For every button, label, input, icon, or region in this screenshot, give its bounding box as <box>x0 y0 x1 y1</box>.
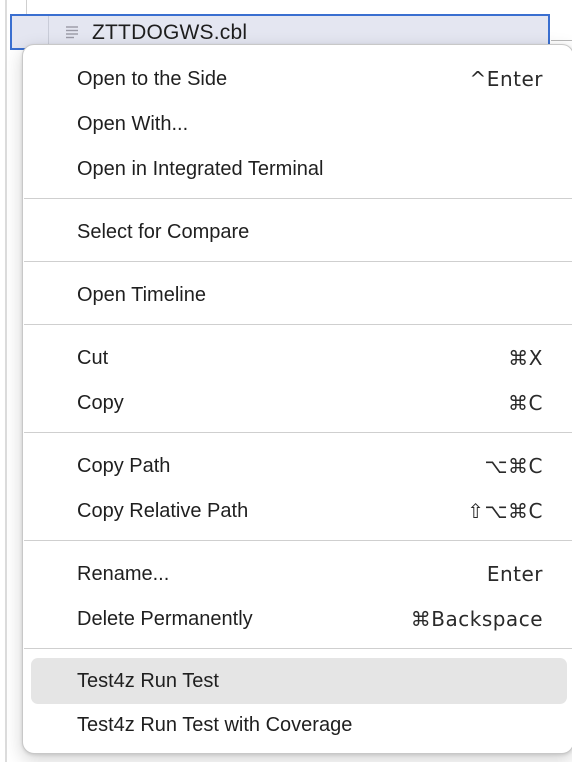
menu-item-label: Cut <box>77 346 109 369</box>
menu-item-shortcut: ⌘C <box>508 391 543 415</box>
menu-item-label: Open in Integrated Terminal <box>77 157 324 180</box>
menu-separator <box>24 198 572 199</box>
menu-separator <box>24 540 572 541</box>
context-menu: Open to the Side ^Enter Open With... Ope… <box>22 44 572 754</box>
menu-item-shortcut: ⇧⌥⌘C <box>467 499 543 523</box>
menu-item-cut[interactable]: Cut ⌘X <box>31 338 567 378</box>
lines-file-icon <box>66 26 78 39</box>
menu-separator <box>24 261 572 262</box>
menu-separator <box>24 648 572 649</box>
menu-item-shortcut: Enter <box>486 562 543 586</box>
menu-item-label: Open With... <box>77 112 189 135</box>
explorer-tree-guide <box>5 0 7 762</box>
menu-item-copy-path[interactable]: Copy Path ⌥⌘C <box>31 446 567 486</box>
menu-item-copy-relative-path[interactable]: Copy Relative Path ⇧⌥⌘C <box>31 491 567 531</box>
menu-item-label: Open Timeline <box>77 283 206 306</box>
menu-item-label: Open to the Side <box>77 67 228 90</box>
file-name: ZTTDOGWS.cbl <box>92 21 248 44</box>
menu-item-open-with[interactable]: Open With... <box>31 104 567 144</box>
menu-item-open-timeline[interactable]: Open Timeline <box>31 275 567 315</box>
menu-item-label: Test4z Run Test <box>77 669 219 692</box>
menu-separator <box>24 432 572 433</box>
menu-item-label: Copy Relative Path <box>77 499 249 522</box>
menu-item-label: Test4z Run Test with Coverage <box>77 713 353 736</box>
menu-item-label: Select for Compare <box>77 220 250 243</box>
menu-item-test4z-run-test[interactable]: Test4z Run Test <box>31 658 567 704</box>
menu-item-test4z-run-test-coverage[interactable]: Test4z Run Test with Coverage <box>31 705 567 745</box>
explorer-indent-guide <box>26 0 27 14</box>
screen: ZTTDOGWS.cbl Open to the Side ^Enter Ope… <box>0 0 572 762</box>
menu-item-open-in-terminal[interactable]: Open in Integrated Terminal <box>31 149 567 189</box>
menu-item-shortcut: ⌘X <box>508 346 543 370</box>
menu-item-delete-permanently[interactable]: Delete Permanently ⌘Backspace <box>31 599 567 639</box>
menu-item-select-for-compare[interactable]: Select for Compare <box>31 212 567 252</box>
menu-item-label: Copy Path <box>77 454 171 477</box>
menu-item-shortcut: ^Enter <box>469 67 543 91</box>
menu-item-label: Delete Permanently <box>77 607 253 630</box>
menu-item-open-to-side[interactable]: Open to the Side ^Enter <box>31 59 567 99</box>
menu-item-shortcut: ⌘Backspace <box>410 607 543 631</box>
menu-item-shortcut: ⌥⌘C <box>484 454 543 478</box>
menu-item-label: Rename... <box>77 562 170 585</box>
menu-item-copy[interactable]: Copy ⌘C <box>31 383 567 423</box>
menu-item-rename[interactable]: Rename... Enter <box>31 554 567 594</box>
menu-separator <box>24 324 572 325</box>
menu-item-label: Copy <box>77 391 124 414</box>
